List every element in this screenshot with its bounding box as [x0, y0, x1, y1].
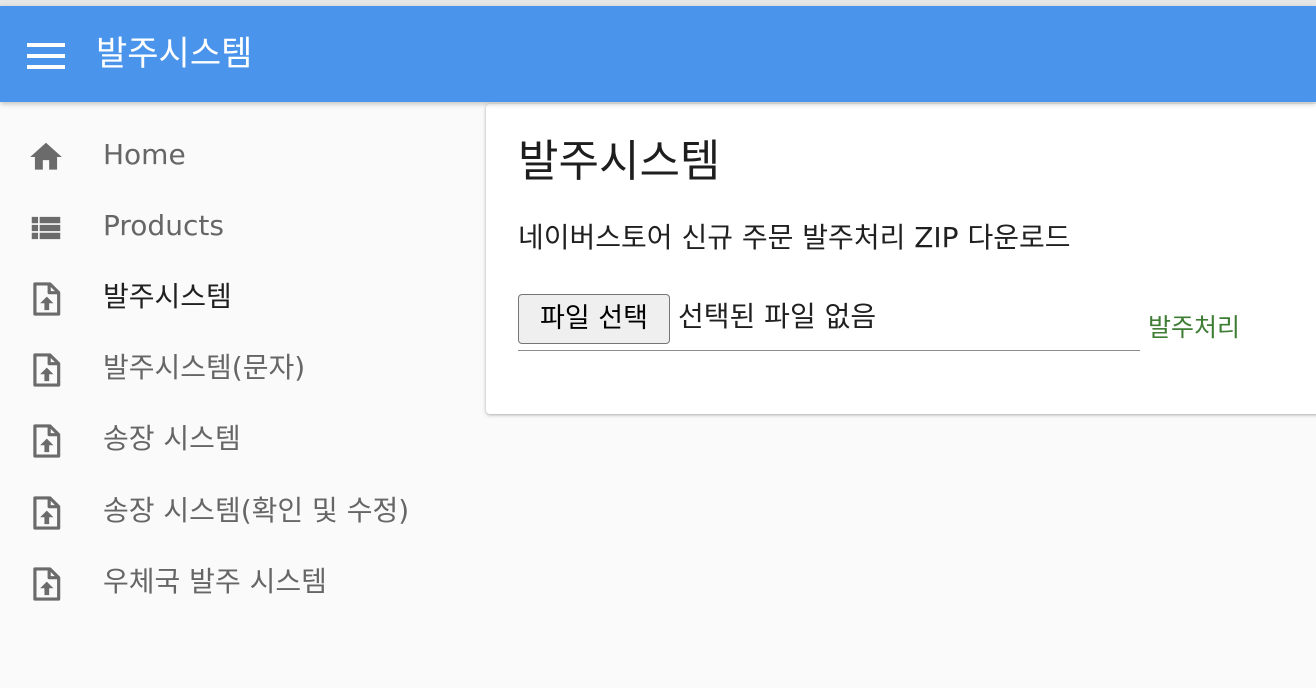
sidebar-item-order-system[interactable]: 발주시스템 [0, 265, 470, 327]
sidebar-item-products[interactable]: Products [0, 194, 470, 256]
sidebar-item-label: Home [103, 138, 186, 171]
file-upload-icon [33, 424, 61, 458]
app-title: 발주시스템 [96, 34, 253, 74]
sidebar-item-post-office-order[interactable]: 우체국 발주 시스템 [0, 550, 470, 612]
list-icon [31, 216, 61, 240]
sidebar-item-label: Products [103, 209, 224, 242]
file-upload-icon [33, 353, 61, 387]
sidebar-item-label: 발주시스템(문자) [103, 351, 306, 384]
sidebar-item-invoice-system-edit[interactable]: 송장 시스템(확인 및 수정) [0, 479, 470, 541]
sidebar-item-label: 송장 시스템(확인 및 수정) [103, 494, 410, 527]
sidebar-item-order-system-sms[interactable]: 발주시스템(문자) [0, 336, 470, 398]
sidebar-nav: Home Products 발주시스템 발주시스템(문자) 송장 시스템 송장 … [0, 102, 470, 688]
app-bar: 발주시스템 [0, 6, 1316, 102]
page-title: 발주시스템 [518, 136, 721, 187]
hamburger-menu-icon[interactable] [27, 43, 65, 69]
sidebar-item-label: 송장 시스템 [103, 422, 241, 455]
choose-file-button[interactable]: 파일 선택 [518, 294, 670, 344]
file-upload-icon [33, 282, 61, 316]
process-order-button[interactable]: 발주처리 [1142, 306, 1246, 350]
file-status-text: 선택된 파일 없음 [678, 300, 877, 333]
file-upload-icon [33, 567, 61, 601]
sidebar-item-home[interactable]: Home [0, 123, 470, 185]
home-icon [30, 142, 62, 170]
order-card: 발주시스템 네이버스토어 신규 주문 발주처리 ZIP 다운로드 파일 선택 선… [486, 104, 1316, 414]
sidebar-item-label: 우체국 발주 시스템 [103, 565, 327, 598]
sidebar-item-invoice-system[interactable]: 송장 시스템 [0, 407, 470, 469]
file-input-field[interactable]: 파일 선택 선택된 파일 없음 [518, 292, 1140, 351]
file-upload-icon [33, 496, 61, 530]
page-description: 네이버스토어 신규 주문 발주처리 ZIP 다운로드 [518, 221, 1071, 254]
sidebar-item-label: 발주시스템 [103, 280, 232, 313]
